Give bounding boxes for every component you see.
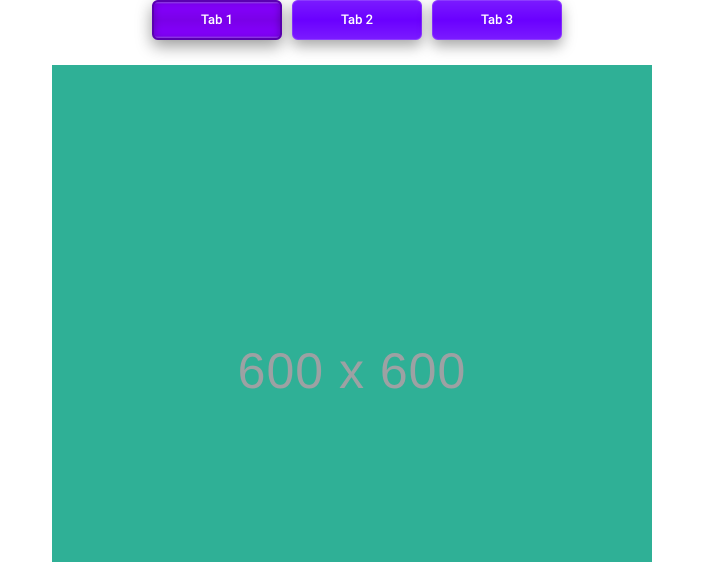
tab-3[interactable]: Tab 3 — [432, 0, 562, 40]
tab-label: Tab 2 — [341, 13, 373, 28]
placeholder-image-text: 600 x 600 — [238, 342, 467, 400]
tabs-container: Tab 1 Tab 2 Tab 3 — [0, 0, 704, 40]
tab-2[interactable]: Tab 2 — [292, 0, 422, 40]
tab-label: Tab 1 — [201, 13, 233, 28]
content-panel: 600 x 600 — [52, 65, 652, 562]
tab-label: Tab 3 — [481, 13, 513, 28]
tab-1[interactable]: Tab 1 — [152, 0, 282, 40]
